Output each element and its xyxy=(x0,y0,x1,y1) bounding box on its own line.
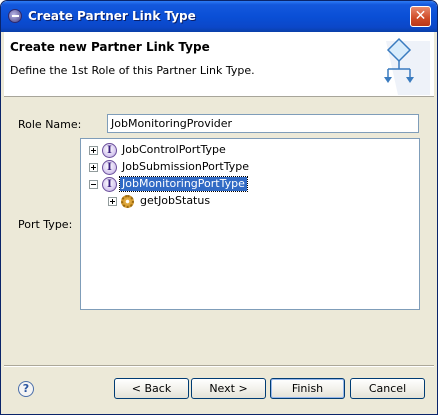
partner-link-wizard-icon xyxy=(384,37,430,95)
tree-item-job-control[interactable]: I JobControlPortType xyxy=(89,142,228,158)
tree-item-label: JobControlPortType xyxy=(122,143,226,156)
tree-item-label: JobMonitoringPortType xyxy=(119,176,248,192)
button-bar-separator xyxy=(4,365,434,367)
role-name-field[interactable]: JobMonitoringProvider xyxy=(107,114,419,133)
expand-icon[interactable] xyxy=(89,145,98,155)
interface-icon: I xyxy=(102,142,117,158)
banner-subtitle: Define the 1st Role of this Partner Link… xyxy=(10,64,255,77)
title-bar[interactable]: Create Partner Link Type ✕ xyxy=(1,1,437,32)
expand-icon[interactable] xyxy=(108,196,117,206)
dialog-window: Create Partner Link Type ✕ Create new Pa… xyxy=(0,0,438,415)
wizard-banner: Create new Partner Link Type Define the … xyxy=(4,32,434,97)
finish-button[interactable]: Finish xyxy=(270,378,345,399)
help-icon[interactable]: ? xyxy=(18,381,34,397)
collapse-icon[interactable] xyxy=(89,179,98,189)
tree-item-label: getJobStatus xyxy=(140,194,211,207)
next-button[interactable]: Next > xyxy=(191,378,266,399)
tree-item-label: JobSubmissionPortType xyxy=(122,160,249,173)
back-button[interactable]: < Back xyxy=(114,378,189,399)
eclipse-icon xyxy=(8,9,22,23)
port-type-label: Port Type: xyxy=(18,218,73,231)
expand-icon[interactable] xyxy=(89,162,98,172)
banner-title: Create new Partner Link Type xyxy=(10,40,210,54)
tree-item-get-job-status[interactable]: getJobStatus xyxy=(108,193,212,209)
close-button[interactable]: ✕ xyxy=(410,6,431,27)
window-title: Create Partner Link Type xyxy=(28,9,196,23)
interface-icon: I xyxy=(102,176,117,192)
operation-gear-icon xyxy=(121,194,134,208)
port-type-tree[interactable]: I JobControlPortType I JobSubmissionPort… xyxy=(80,138,420,310)
tree-item-job-monitoring[interactable]: I JobMonitoringPortType xyxy=(89,176,248,192)
role-name-label: Role Name: xyxy=(18,118,82,131)
cancel-button[interactable]: Cancel xyxy=(350,378,425,399)
interface-icon: I xyxy=(102,159,117,175)
tree-item-job-submission[interactable]: I JobSubmissionPortType xyxy=(89,159,251,175)
